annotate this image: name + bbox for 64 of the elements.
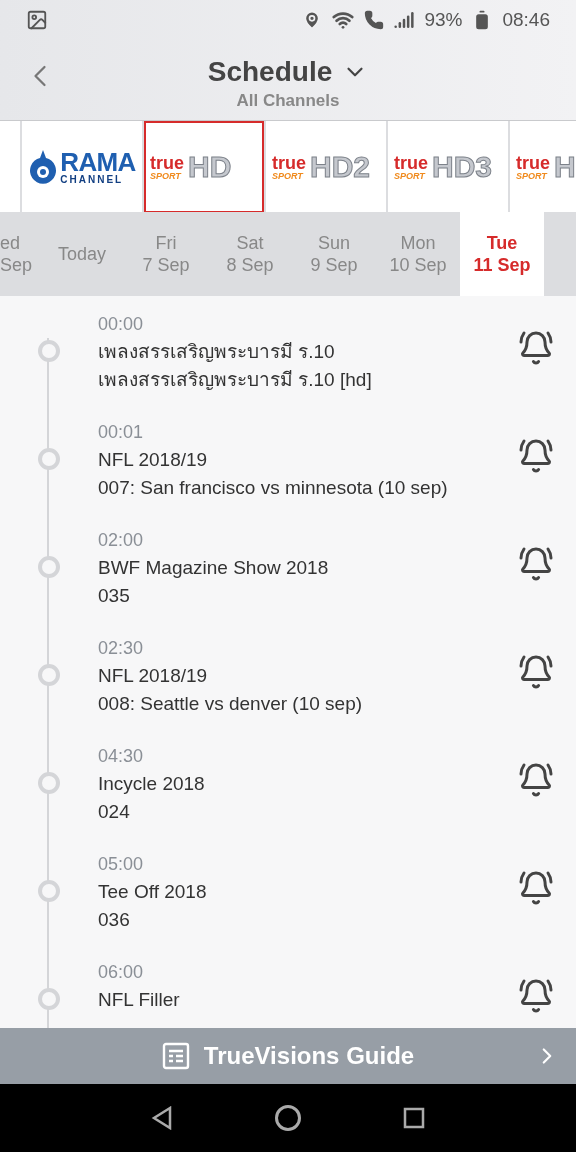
program-time: 02:30 — [98, 637, 144, 660]
day-tab[interactable]: Tue 11 Sep — [460, 212, 544, 296]
logo-mark: HD — [188, 152, 232, 182]
program-title: NFL Filler — [98, 988, 180, 1012]
day-tab[interactable]: Mon 10 Sep — [376, 212, 460, 296]
logo-brand: true — [516, 153, 550, 172]
day-tab[interactable]: Fri 7 Sep — [124, 212, 208, 296]
logo-text: RAMA — [60, 149, 136, 175]
program-time: 06:00 — [98, 961, 144, 984]
logo-mark: HD2 — [310, 152, 371, 182]
logo-mark: H — [554, 152, 576, 182]
program-time: 04:30 — [98, 745, 144, 768]
logo-tagline: CHANNEL — [60, 175, 125, 185]
program-title: Incycle 2018 — [98, 772, 205, 796]
program-episode: 036 — [98, 908, 130, 932]
logo-brand: true — [272, 153, 306, 172]
day-tab[interactable]: Sat 8 Sep — [208, 212, 292, 296]
home-nav-icon[interactable] — [274, 1104, 302, 1132]
program-episode: เพลงสรรเสริญพระบารมี ร.10 [hd] — [98, 368, 372, 392]
logo-brand: true — [394, 153, 428, 172]
logo-tagline: SPORT — [394, 171, 427, 181]
list-icon — [161, 1042, 190, 1070]
wifi-icon — [332, 9, 355, 31]
reminder-button[interactable] — [518, 654, 554, 690]
program-episode: 035 — [98, 584, 130, 608]
clock: 08:46 — [502, 7, 550, 32]
program-episode: 007: San francisco vs minnesota (10 sep) — [98, 476, 448, 500]
channel-tile[interactable]: RAMA CHANNEL — [22, 121, 142, 212]
recents-nav-icon[interactable] — [403, 1107, 426, 1129]
reminder-button[interactable] — [518, 762, 554, 798]
schedule-dropdown[interactable]: Schedule — [207, 58, 369, 86]
channel-tile[interactable] — [0, 121, 20, 212]
signal-icon — [394, 10, 415, 30]
logo-mark: HD3 — [432, 152, 493, 182]
day-tab[interactable]: Sun 9 Sep — [292, 212, 376, 296]
back-nav-icon[interactable] — [150, 1106, 173, 1130]
logo-tagline: SPORT — [516, 171, 549, 181]
reminder-button[interactable] — [518, 870, 554, 906]
day-tab[interactable]: ed Sep — [0, 212, 40, 296]
emblem-icon — [28, 148, 59, 186]
program-title: เพลงสรรเสริญพระบารมี ร.10 — [98, 340, 335, 364]
reminder-button[interactable] — [518, 330, 554, 366]
logo-tagline: SPORT — [150, 171, 183, 181]
phone-icon — [364, 10, 385, 30]
program-title: Tee Off 2018 — [98, 880, 207, 904]
battery-percent: 93% — [424, 7, 463, 32]
reminder-button[interactable] — [518, 978, 554, 1014]
program-time: 00:01 — [98, 421, 144, 444]
program-title: NFL 2018/19 — [98, 448, 208, 472]
logo-brand: true — [150, 153, 184, 172]
logo-tagline: SPORT — [272, 171, 305, 181]
program-title: NFL 2018/19 — [98, 664, 208, 688]
day-tab[interactable]: Today — [40, 212, 124, 296]
program-episode: 008: Seattle vs denver (10 sep) — [98, 692, 363, 716]
program-episode: 024 — [98, 800, 130, 824]
program-time: 05:00 — [98, 853, 144, 876]
program-time: 00:00 — [98, 313, 144, 336]
reminder-button[interactable] — [518, 546, 554, 582]
program-time: 02:00 — [98, 529, 144, 552]
program-title: BWF Magazine Show 2018 — [98, 556, 329, 580]
header-subtitle: All Channels — [236, 92, 340, 109]
guide-bar[interactable]: TrueVisions Guide — [0, 1028, 576, 1084]
image-icon — [26, 9, 48, 31]
reminder-button[interactable] — [518, 438, 554, 474]
